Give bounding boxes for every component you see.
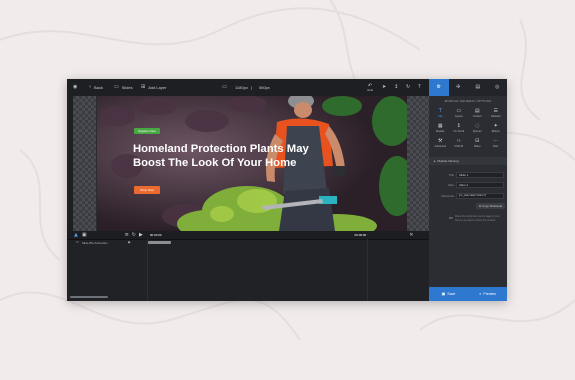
- defaults-icon: ☰: [493, 107, 498, 114]
- tab-slide-settings[interactable]: ✣: [448, 79, 468, 96]
- alias-field[interactable]: slider-1: [456, 182, 504, 188]
- list-icon[interactable]: ≡: [125, 232, 129, 238]
- back-button[interactable]: ‹ Back: [89, 79, 103, 96]
- module-icon: ▦: [437, 122, 443, 129]
- add-layer-button[interactable]: ⊞ Add Layer: [141, 79, 166, 96]
- save-button[interactable]: ▣ Save: [429, 287, 468, 301]
- tile-title[interactable]: T Title: [431, 107, 450, 119]
- preview-button[interactable]: ⌕ Preview: [468, 287, 507, 301]
- shortcode-note: Place the shortcode via the page of your…: [455, 215, 500, 222]
- layers-icon[interactable]: ▲: [74, 232, 78, 238]
- tile-spinner[interactable]: ◌ Spinner: [468, 122, 487, 134]
- timeline-end-marker: [367, 239, 368, 301]
- module-naming-section[interactable]: ▸ Module Naming: [429, 157, 507, 165]
- shop-now-button[interactable]: Shop Now: [134, 186, 160, 194]
- canvas-left-margin: [73, 96, 96, 231]
- tile-effects[interactable]: ✦ Effects: [487, 122, 506, 134]
- shortcode-field-row: Shortcode [rev_slider alias="slider-1"]: [432, 193, 504, 199]
- layer-name: Slide BG Animation: [81, 240, 108, 245]
- gear-icon: ⚙: [436, 84, 441, 90]
- play-icon[interactable]: ▶: [139, 232, 143, 238]
- panel-footer: ▣ Save ⌕ Preview: [429, 287, 507, 301]
- slides-icon: ▭: [114, 84, 119, 90]
- size-separator: |: [251, 85, 253, 90]
- slide-layer-icon: ▭: [76, 240, 79, 244]
- folder-icon[interactable]: ▣: [82, 232, 87, 238]
- refresh-icon[interactable]: ↻: [406, 79, 410, 96]
- info-icon: ▭: [449, 215, 453, 220]
- scroll-icon: ↕: [456, 122, 461, 129]
- visibility-icon[interactable]: ◉: [128, 241, 131, 244]
- advanced-icon: ⚒: [438, 137, 443, 144]
- timeline-scrollbar[interactable]: [70, 296, 108, 298]
- spinner-icon: ◌: [475, 122, 480, 129]
- slide-background-image[interactable]: Organic Care Homeland Protection Plants …: [97, 96, 407, 231]
- title-icon: T: [438, 107, 442, 114]
- option-tiles: T Title ▭ Layout ▤ Content ☰ Defaults ▦ Modul…: [431, 107, 505, 149]
- save-icon: ▣: [441, 291, 446, 296]
- height-value[interactable]: 560px: [259, 79, 270, 96]
- back-arrow-icon: ‹: [89, 84, 91, 90]
- help-icon[interactable]: ?: [418, 79, 421, 96]
- wordpress-logo-icon[interactable]: ◉: [73, 79, 77, 96]
- tile-css-js[interactable]: ‹› CSS/JS: [450, 137, 469, 149]
- tile-layout[interactable]: ▭ Layout: [450, 107, 469, 119]
- title-field[interactable]: Slider 1: [456, 172, 504, 178]
- content-icon: ▤: [474, 107, 480, 114]
- tile-slider[interactable]: ⊟ Slider: [468, 137, 487, 149]
- slide-badge[interactable]: Organic Care: [134, 128, 160, 134]
- canvas-right-margin: [407, 96, 430, 231]
- search-icon: ⌕: [479, 291, 482, 296]
- navigation-icon: ◎: [495, 84, 500, 90]
- loop-icon[interactable]: ↻: [132, 232, 136, 238]
- shortcode-field[interactable]: [rev_slider alias="slider-1"]: [456, 193, 504, 199]
- slide-title[interactable]: Homeland Protection Plants May Boost The…: [133, 142, 333, 170]
- panel-heading: MODULE GENERAL OPTIONS: [444, 99, 492, 103]
- title-field-row: Title Slider 1: [432, 172, 504, 178]
- layout-icon: ▭: [456, 107, 462, 114]
- copy-shortcode-button[interactable]: ⧉ Copy Shortcode: [476, 203, 506, 209]
- section-expand-icon: ▸: [434, 158, 436, 163]
- undo-button[interactable]: ↶ Undo: [367, 79, 373, 96]
- effects-icon: ✦: [493, 122, 498, 129]
- device-desktop-icon[interactable]: ▭: [222, 79, 227, 96]
- add-layer-icon: ⊞: [141, 84, 146, 90]
- editor-window: ◉ ‹ Back ▭ Slides ⊞ Add Layer ▭ 1180px |…: [67, 79, 507, 301]
- tile-module[interactable]: ▦ Module: [431, 122, 450, 134]
- tile-advanced[interactable]: ⚒ Advanced: [431, 137, 450, 149]
- slide-canvas[interactable]: Organic Care Homeland Protection Plants …: [73, 96, 430, 231]
- select-cursor-icon[interactable]: ➤: [382, 79, 386, 96]
- close-timeline-icon[interactable]: ✕: [409, 232, 413, 238]
- copy-icon: ⧉: [479, 203, 482, 208]
- slides-button[interactable]: ▭ Slides: [114, 79, 133, 96]
- layer-settings-icon: ▤: [475, 84, 481, 90]
- tab-navigation[interactable]: ◎: [487, 79, 507, 96]
- alias-field-row: Alias slider-1: [432, 182, 504, 188]
- slider-icon: ⊟: [475, 137, 480, 144]
- slide-settings-icon: ✣: [456, 84, 461, 90]
- timeline-divider: [147, 239, 148, 301]
- tab-layer-settings[interactable]: ▤: [468, 79, 488, 96]
- settings-panel: ⚙ ✣ ▤ ◎ MODULE GENERAL OPTIONS T Title ▭ L…: [429, 79, 507, 301]
- scroll-icon[interactable]: ↕: [394, 79, 398, 96]
- settings-tabs: ⚙ ✣ ▤ ◎: [429, 79, 507, 96]
- layer-animation-bar[interactable]: [148, 241, 171, 244]
- tile-misc[interactable]: ⋯ Misc: [487, 137, 506, 149]
- end-time[interactable]: 00:09:00: [355, 233, 367, 237]
- tile-content[interactable]: ▤ Content: [468, 107, 487, 119]
- tab-module-settings[interactable]: ⚙: [429, 79, 449, 96]
- timeline-panel: ▲ ▣ ≡ ↻ ▶ 00:00:00 00:09:00 ✕ ▭ Slide BG…: [67, 231, 429, 301]
- code-icon: ‹›: [456, 137, 461, 144]
- tile-defaults[interactable]: ☰ Defaults: [487, 107, 506, 119]
- width-value[interactable]: 1180px: [235, 79, 248, 96]
- current-time[interactable]: 00:00:00: [150, 233, 162, 237]
- tile-on-scroll[interactable]: ↕ On Scroll: [450, 122, 469, 134]
- timeline-layer-row[interactable]: ▭ Slide BG Animation ◉: [67, 239, 147, 246]
- misc-icon: ⋯: [493, 137, 499, 144]
